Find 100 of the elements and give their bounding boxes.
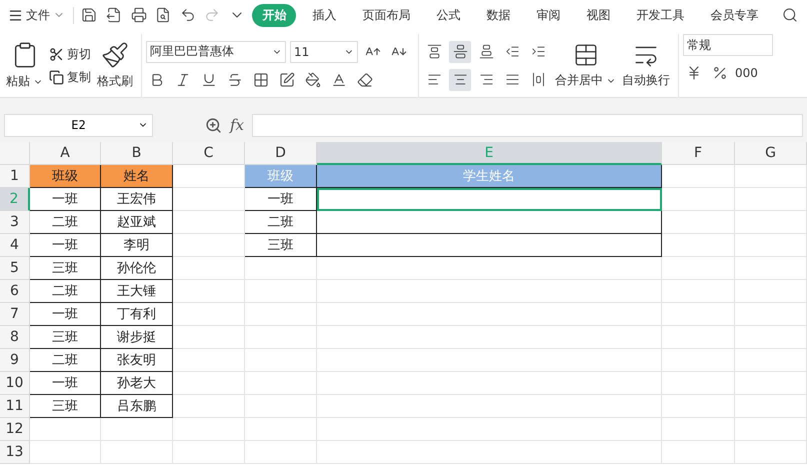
merge-center-button[interactable]: 合并居中 [555, 72, 616, 89]
table-cell: 丁有利 [101, 303, 173, 326]
table-cell: 李明 [101, 234, 173, 257]
row-header[interactable]: 10 [0, 372, 30, 395]
ribbon-tab[interactable]: 页面布局 [352, 4, 420, 26]
row-header[interactable]: 1 [0, 165, 30, 188]
table-cell [173, 257, 245, 280]
ribbon-tab[interactable]: 视图 [576, 4, 620, 26]
align-icon[interactable] [449, 40, 471, 62]
row-header[interactable]: 6 [0, 280, 30, 303]
menu-icon [8, 8, 23, 22]
row-header[interactable]: 8 [0, 326, 30, 349]
table-cell [173, 211, 245, 234]
table-cell [735, 257, 807, 280]
column-header[interactable]: G [735, 142, 807, 165]
table-cell: 赵亚斌 [101, 211, 173, 234]
table-cell [735, 211, 807, 234]
column-header[interactable]: C [173, 142, 245, 165]
format-painter-button[interactable]: 格式刷 [97, 73, 133, 90]
table-cell: 二班 [245, 211, 317, 234]
table-cell: 班级 [30, 165, 101, 188]
row-header[interactable]: 7 [0, 303, 30, 326]
table-cell: 班级 [245, 165, 317, 188]
table-cell [735, 303, 807, 326]
row-header[interactable]: 3 [0, 211, 30, 234]
table-cell: 王宏伟 [101, 188, 173, 211]
table-cell [245, 303, 317, 326]
table-cell: 张友明 [101, 349, 173, 372]
row-header[interactable]: 12 [0, 418, 30, 441]
table-cell [245, 372, 317, 395]
column-header[interactable]: A [30, 142, 101, 165]
ribbon-tab[interactable]: 开发工具 [626, 4, 694, 26]
table-cell [173, 280, 245, 303]
table-cell [173, 303, 245, 326]
row-header[interactable]: 9 [0, 349, 30, 372]
table-cell: 二班 [30, 280, 101, 303]
table-cell [245, 349, 317, 372]
file-menu[interactable]: 文件 [8, 6, 74, 24]
column-header[interactable]: B [101, 142, 173, 165]
table-cell [735, 280, 807, 303]
table-cell [173, 349, 245, 372]
table-cell: 二班 [30, 349, 101, 372]
thousands-separator-button[interactable]: 000 [735, 66, 758, 80]
cut-button[interactable]: 剪切 [49, 46, 91, 62]
row-header[interactable]: 13 [0, 441, 30, 464]
table-cell [173, 165, 245, 188]
number-format-select[interactable]: 常规 [683, 34, 773, 56]
ribbon-tab[interactable]: 公式 [426, 4, 470, 26]
ribbon-tab[interactable]: 审阅 [526, 4, 570, 26]
table-cell [245, 280, 317, 303]
table-cell [101, 418, 173, 441]
table-cell [245, 326, 317, 349]
table-cell [245, 418, 317, 441]
merge-icon [572, 42, 598, 68]
table-cell [173, 395, 245, 418]
table-cell: 孙伦伦 [101, 257, 173, 280]
table-cell: 谢步挺 [101, 326, 173, 349]
zoom-icon [205, 116, 222, 134]
ribbon-tab[interactable]: 插入 [302, 4, 346, 26]
row-header[interactable]: 11 [0, 395, 30, 418]
table-cell [173, 418, 245, 441]
table-cell: 吕东鹏 [101, 395, 173, 418]
table-cell [735, 234, 807, 257]
row-header[interactable]: 4 [0, 234, 30, 257]
table-cell [735, 418, 807, 441]
table-cell: 二班 [30, 211, 101, 234]
table-cell: 一班 [245, 188, 317, 211]
wrap-text-button[interactable]: 自动换行 [622, 72, 670, 89]
font-size-select[interactable]: 11 [290, 40, 358, 62]
function-label[interactable]: fx [230, 116, 244, 134]
table-cell [173, 372, 245, 395]
table-cell: 一班 [30, 372, 101, 395]
table-cell [245, 395, 317, 418]
copy-icon [49, 70, 64, 84]
table-cell: 一班 [30, 188, 101, 211]
table-cell [735, 395, 807, 418]
table-cell: 三班 [30, 395, 101, 418]
brush-icon [101, 41, 129, 69]
table-cell [30, 418, 101, 441]
table-cell: 姓名 [101, 165, 173, 188]
ribbon-tab[interactable]: 数据 [476, 4, 520, 26]
table-cell [735, 165, 807, 188]
table-cell [735, 326, 807, 349]
align-icon[interactable] [449, 68, 471, 90]
table-cell: 三班 [245, 234, 317, 257]
table-cell [245, 257, 317, 280]
font-name-select[interactable]: 阿里巴巴普惠体 [146, 40, 286, 62]
table-cell: 学生姓名 [317, 165, 662, 188]
paste-button[interactable]: 粘贴 [6, 73, 43, 90]
scissors-icon [49, 46, 64, 62]
table-cell [173, 188, 245, 211]
table-cell: 三班 [30, 326, 101, 349]
copy-button[interactable]: 复制 [49, 68, 91, 86]
name-box[interactable]: E2 [4, 114, 153, 136]
column-header[interactable]: D [245, 142, 317, 165]
row-header[interactable]: 5 [0, 257, 30, 280]
column-header[interactable]: F [662, 142, 735, 165]
ribbon-tab[interactable]: 会员专享 [700, 4, 768, 26]
table-cell: 孙老大 [101, 372, 173, 395]
formula-input[interactable] [252, 114, 803, 136]
